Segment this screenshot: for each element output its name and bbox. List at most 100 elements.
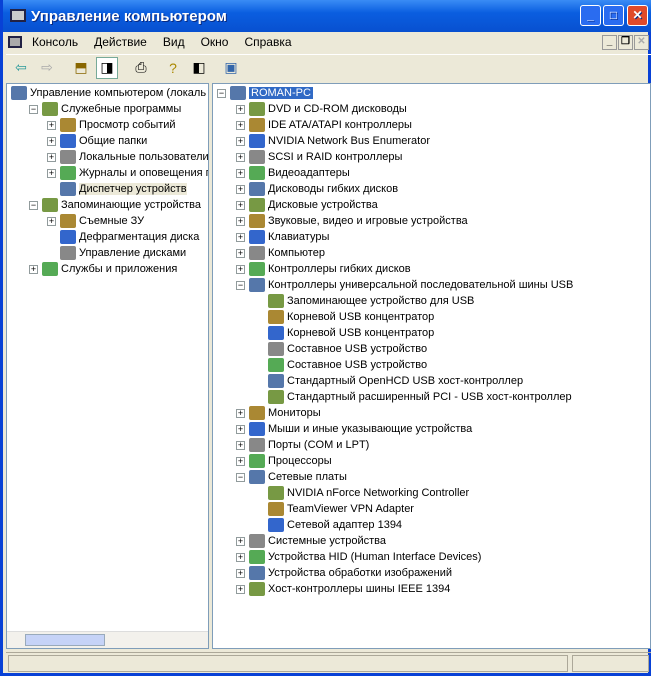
expand-icon[interactable]: + <box>236 248 245 258</box>
back-icon[interactable]: ⇦ <box>10 57 32 79</box>
expand-icon[interactable]: + <box>47 136 56 146</box>
tree-item[interactable]: + Системные устройства <box>236 533 386 549</box>
collapse-icon[interactable]: − <box>29 104 38 114</box>
tree-item[interactable]: + Дисководы гибких дисков <box>236 181 398 197</box>
tree-item[interactable]: Сетевой адаптер 1394 <box>255 517 402 533</box>
tree-item[interactable]: Корневой USB концентратор <box>255 325 434 341</box>
tree-item[interactable]: Управление дисками <box>47 245 186 261</box>
tree-item-label: Управление компьютером (локаль <box>30 87 207 99</box>
expand-icon[interactable]: + <box>47 168 56 178</box>
tree-item[interactable]: − Сетевые платы <box>236 469 347 485</box>
expand-icon[interactable]: + <box>236 184 245 194</box>
forward-icon[interactable]: ⇨ <box>36 57 58 79</box>
tree-item-label: Процессоры <box>268 455 332 467</box>
maximize-button[interactable]: □ <box>603 5 624 26</box>
expand-icon[interactable]: + <box>236 168 245 178</box>
action-pane-icon[interactable]: ◧ <box>188 57 210 79</box>
tree-item[interactable]: Стандартный расширенный PCI - USB хост-к… <box>255 389 572 405</box>
help-icon[interactable]: ? <box>162 57 184 79</box>
child-restore-button[interactable]: ❐ <box>618 34 633 50</box>
properties-icon[interactable]: ▣ <box>220 57 242 79</box>
menu-console[interactable]: Консоль <box>24 35 86 49</box>
up-folder-icon[interactable]: ⬒ <box>70 57 92 79</box>
expand-icon[interactable]: + <box>47 152 56 162</box>
menu-view[interactable]: Вид <box>155 35 193 49</box>
tree-item[interactable]: Стандартный OpenHCD USB хост-контроллер <box>255 373 523 389</box>
tree-item[interactable]: + Устройства обработки изображений <box>236 565 452 581</box>
tree-item[interactable]: + Мыши и иные указывающие устройства <box>236 421 472 437</box>
tree-item[interactable]: + Журналы и оповещения пр <box>47 165 208 181</box>
expand-icon[interactable]: + <box>236 408 245 418</box>
tree-item[interactable]: + Видеоадаптеры <box>236 165 350 181</box>
menu-action[interactable]: Действие <box>86 35 155 49</box>
expand-icon[interactable]: + <box>47 216 56 226</box>
expand-icon[interactable]: + <box>47 120 56 130</box>
menu-help[interactable]: Справка <box>236 35 299 49</box>
tree-item[interactable]: + Локальные пользователи <box>47 149 208 165</box>
tree-item[interactable]: + Просмотр событий <box>47 117 176 133</box>
tree-item[interactable]: NVIDIA nForce Networking Controller <box>255 485 469 501</box>
close-button[interactable]: ✕ <box>627 5 648 26</box>
expand-icon[interactable]: + <box>236 264 245 274</box>
tree-item[interactable]: Корневой USB концентратор <box>255 309 434 325</box>
collapse-icon[interactable]: − <box>236 280 245 290</box>
tree-item[interactable]: + Съемные ЗУ <box>47 213 144 229</box>
tree-item[interactable]: + Клавиатуры <box>236 229 329 245</box>
tree-item[interactable]: − Контроллеры универсальной последователь… <box>236 277 573 293</box>
horizontal-scrollbar[interactable] <box>7 631 208 648</box>
tree-item[interactable]: − ROMAN-PC <box>217 85 313 101</box>
tree-item[interactable]: + Дисковые устройства <box>236 197 378 213</box>
tree-item[interactable]: + SCSI и RAID контроллеры <box>236 149 402 165</box>
tree-item[interactable]: + Устройства HID (Human Interface Devices… <box>236 549 481 565</box>
tree-item[interactable]: + Общие папки <box>47 133 147 149</box>
expand-icon[interactable]: + <box>236 424 245 434</box>
tree-item[interactable]: Запоминающее устройство для USB <box>255 293 474 309</box>
tree-item[interactable]: Составное USB устройство <box>255 341 427 357</box>
tree-item[interactable]: + NVIDIA Network Bus Enumerator <box>236 133 430 149</box>
tree-item[interactable]: + Службы и приложения <box>29 261 177 277</box>
tree-item[interactable]: Управление компьютером (локаль <box>11 85 206 101</box>
expand-icon[interactable]: + <box>29 264 38 274</box>
device-icon <box>249 422 265 436</box>
collapse-icon[interactable]: − <box>236 472 245 482</box>
tree-item[interactable]: TeamViewer VPN Adapter <box>255 501 414 517</box>
expand-icon[interactable]: + <box>236 440 245 450</box>
expand-icon[interactable]: + <box>236 120 245 130</box>
print-icon[interactable]: ⎙ <box>130 57 152 79</box>
tree-item[interactable]: + Хост-контроллеры шины IEEE 1394 <box>236 581 450 597</box>
collapse-icon[interactable]: − <box>29 200 38 210</box>
expand-icon[interactable]: + <box>236 456 245 466</box>
menu-window[interactable]: Окно <box>193 35 237 49</box>
tree-item[interactable]: + IDE ATA/ATAPI контроллеры <box>236 117 412 133</box>
device-icon <box>60 150 76 164</box>
tree-item[interactable]: + Процессоры <box>236 453 332 469</box>
expand-icon[interactable]: + <box>236 216 245 226</box>
tree-item[interactable]: + Контроллеры гибких дисков <box>236 261 411 277</box>
tree-item[interactable]: + DVD и CD-ROM дисководы <box>236 101 407 117</box>
expand-icon[interactable]: + <box>236 568 245 578</box>
tree-item[interactable]: + Порты (COM и LPT) <box>236 437 369 453</box>
tree-item[interactable]: + Звуковые, видео и игровые устройства <box>236 213 468 229</box>
show-hide-tree-icon[interactable]: ◨ <box>96 56 118 79</box>
child-minimize-button[interactable]: _ <box>602 34 617 50</box>
tree-item[interactable]: − Запоминающие устройства <box>29 197 201 213</box>
tree-item[interactable]: Составное USB устройство <box>255 357 427 373</box>
expand-icon[interactable]: + <box>236 152 245 162</box>
device-icon <box>268 486 284 500</box>
expand-icon[interactable]: + <box>236 584 245 594</box>
tree-item[interactable]: + Мониторы <box>236 405 321 421</box>
collapse-icon[interactable]: − <box>217 88 226 98</box>
expand-icon[interactable]: + <box>236 232 245 242</box>
minimize-button[interactable]: _ <box>580 5 601 26</box>
tree-item[interactable]: − Служебные программы <box>29 101 181 117</box>
tree-item[interactable]: Дефрагментация диска <box>47 229 199 245</box>
tree-item-label: Стандартный расширенный PCI - USB хост-к… <box>287 391 572 403</box>
expand-icon[interactable]: + <box>236 104 245 114</box>
tree-item[interactable]: + Компьютер <box>236 245 325 261</box>
expand-icon[interactable]: + <box>236 200 245 210</box>
expand-icon[interactable]: + <box>236 552 245 562</box>
expand-icon[interactable]: + <box>236 536 245 546</box>
expand-icon[interactable]: + <box>236 136 245 146</box>
child-close-button[interactable]: ✕ <box>634 34 649 50</box>
tree-item[interactable]: Диспетчер устройств <box>47 181 187 197</box>
